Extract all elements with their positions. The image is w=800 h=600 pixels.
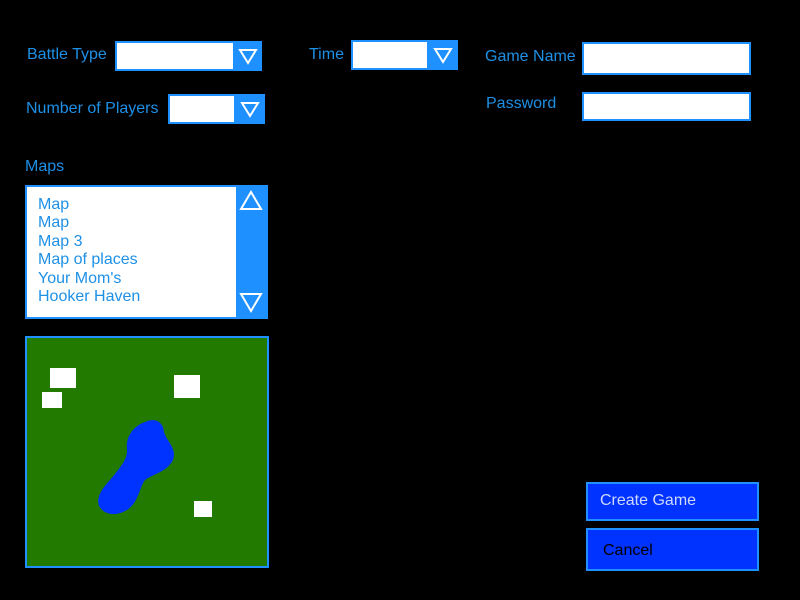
map-marker	[194, 501, 212, 517]
battle-type-dropdown-button[interactable]	[234, 41, 262, 71]
number-of-players-label: Number of Players	[26, 100, 159, 117]
battle-type-combo[interactable]	[115, 41, 262, 71]
number-of-players-combo[interactable]	[168, 94, 265, 124]
map-preview-canvas	[42, 368, 212, 517]
map-marker	[42, 392, 62, 408]
map-list-item[interactable]: Map	[38, 196, 140, 214]
number-of-players-field[interactable]	[168, 94, 236, 124]
triangle-down-icon[interactable]	[239, 291, 263, 313]
maps-list: Map Map Map 3 Map of places Your Mom's H…	[38, 196, 140, 306]
password-label: Password	[486, 95, 557, 112]
time-dropdown-button[interactable]	[428, 40, 458, 70]
create-game-button[interactable]: Create Game	[586, 482, 759, 521]
time-combo[interactable]	[351, 40, 458, 70]
battle-type-field[interactable]	[115, 41, 235, 71]
triangle-down-icon	[240, 102, 260, 118]
map-list-item[interactable]: Map 3	[38, 233, 140, 251]
triangle-down-icon	[433, 48, 453, 64]
maps-label: Maps	[25, 158, 65, 175]
map-list-item[interactable]: Hooker Haven	[38, 288, 140, 306]
map-preview	[25, 336, 269, 568]
triangle-up-icon[interactable]	[239, 190, 263, 212]
lake	[98, 420, 174, 515]
maps-scrollbar[interactable]	[236, 187, 266, 317]
cancel-button[interactable]: Cancel	[586, 528, 759, 571]
password-input[interactable]	[582, 92, 751, 121]
number-of-players-dropdown-button[interactable]	[235, 94, 265, 124]
create-game-label: Create Game	[600, 492, 697, 509]
map-marker	[50, 368, 76, 388]
battle-type-label: Battle Type	[27, 46, 107, 63]
map-list-item[interactable]: Your Mom's	[38, 270, 140, 288]
cancel-label: Cancel	[603, 542, 653, 559]
time-label: Time	[309, 46, 344, 63]
map-list-item[interactable]: Map	[38, 214, 140, 232]
game-name-label: Game Name	[485, 48, 576, 65]
map-list-item[interactable]: Map of places	[38, 251, 140, 269]
map-marker	[174, 375, 200, 398]
maps-listbox[interactable]: Map Map Map 3 Map of places Your Mom's H…	[25, 185, 268, 319]
create-game-screen: Battle Type Number of Players Time Game …	[0, 0, 800, 600]
triangle-down-icon	[238, 49, 258, 65]
game-name-input[interactable]	[582, 42, 751, 75]
time-field[interactable]	[351, 40, 429, 70]
